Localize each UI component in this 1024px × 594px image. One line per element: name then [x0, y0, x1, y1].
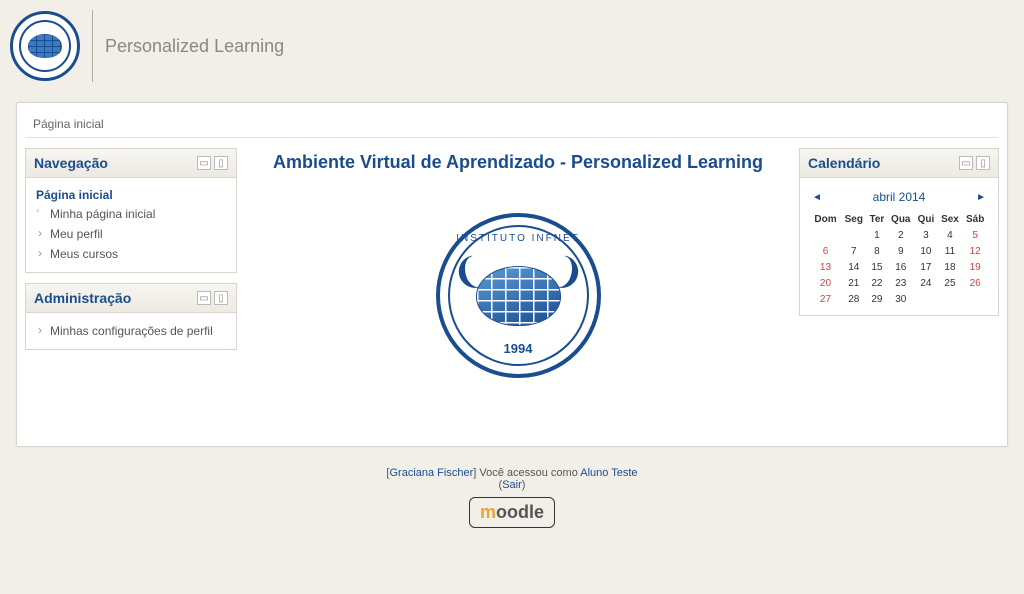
calendar-prev[interactable]: ◄ — [812, 192, 822, 203]
calendar-table: DomSegTerQuaQuiSexSáb 123456789101112131… — [810, 212, 988, 307]
calendar-day[interactable]: 5 — [962, 227, 988, 243]
navigation-block: Navegação ▭ ▯ Página inicial Minha págin… — [25, 148, 237, 273]
calendar-day[interactable]: 20 — [810, 275, 841, 291]
calendar-day[interactable]: 4 — [938, 227, 963, 243]
calendar-day[interactable]: 18 — [938, 259, 963, 275]
calendar-day-header: Seg — [841, 212, 867, 227]
calendar-day[interactable]: 9 — [887, 243, 914, 259]
calendar-day-header: Dom — [810, 212, 841, 227]
footer-username[interactable]: Graciana Fischer — [389, 467, 473, 479]
institute-logo: ❨ ❨ INSTITUTO INFNET 1994 — [436, 213, 601, 378]
calendar-day[interactable]: 8 — [867, 243, 888, 259]
dock-icon[interactable]: ▯ — [214, 156, 228, 170]
calendar-day-header: Qua — [887, 212, 914, 227]
admin-block: Administração ▭ ▯ Minhas configurações d… — [25, 283, 237, 350]
breadcrumb-home[interactable]: Página inicial — [33, 117, 104, 131]
calendar-block: Calendário ▭ ▯ ◄ abril 2014 ► DomSegTerQ… — [799, 148, 999, 316]
calendar-day-header: Sex — [938, 212, 963, 227]
calendar-day[interactable]: 3 — [914, 227, 937, 243]
calendar-day — [914, 291, 937, 307]
nav-home[interactable]: Página inicial — [36, 186, 226, 204]
calendar-day[interactable]: 6 — [810, 243, 841, 259]
center-logo-area: ❨ ❨ INSTITUTO INFNET 1994 — [247, 193, 789, 438]
nav-my-profile[interactable]: Meu perfil — [36, 224, 226, 244]
calendar-title: Calendário — [808, 155, 880, 171]
calendar-day-header: Sáb — [962, 212, 988, 227]
calendar-day — [938, 291, 963, 307]
calendar-day[interactable]: 22 — [867, 275, 888, 291]
calendar-day-header: Qui — [914, 212, 937, 227]
footer-text: ] Você acessou como — [473, 467, 580, 479]
calendar-day[interactable]: 23 — [887, 275, 914, 291]
header-divider — [92, 10, 93, 82]
breadcrumb: Página inicial — [25, 111, 999, 138]
calendar-day[interactable]: 2 — [887, 227, 914, 243]
calendar-day[interactable]: 19 — [962, 259, 988, 275]
footer-as-user[interactable]: Aluno Teste — [580, 467, 637, 479]
footer-logout[interactable]: Sair — [502, 479, 522, 491]
calendar-day[interactable]: 7 — [841, 243, 867, 259]
calendar-day[interactable]: 24 — [914, 275, 937, 291]
nav-my-courses[interactable]: Meus cursos — [36, 244, 226, 264]
calendar-month[interactable]: abril 2014 — [873, 190, 926, 204]
globe-icon — [28, 34, 62, 58]
navigation-title: Navegação — [34, 155, 108, 171]
calendar-day[interactable]: 29 — [867, 291, 888, 307]
calendar-day[interactable]: 14 — [841, 259, 867, 275]
calendar-day[interactable]: 26 — [962, 275, 988, 291]
main-container: Página inicial Navegação ▭ ▯ Página inic… — [16, 102, 1008, 447]
calendar-day[interactable]: 13 — [810, 259, 841, 275]
page-header: Personalized Learning — [0, 0, 1024, 92]
footer: [Graciana Fischer] Você acessou como Alu… — [0, 457, 1024, 532]
calendar-next[interactable]: ► — [976, 192, 986, 203]
moodle-logo[interactable]: mmoodleoodle — [469, 497, 555, 528]
calendar-day[interactable]: 21 — [841, 275, 867, 291]
nav-my-home[interactable]: Minha página inicial — [36, 204, 226, 224]
calendar-day[interactable]: 28 — [841, 291, 867, 307]
calendar-day[interactable]: 12 — [962, 243, 988, 259]
logo-text-top: INSTITUTO INFNET — [456, 233, 579, 244]
calendar-day[interactable]: 17 — [914, 259, 937, 275]
calendar-day — [962, 291, 988, 307]
brand-logo — [10, 11, 80, 81]
calendar-day[interactable]: 27 — [810, 291, 841, 307]
dock-icon[interactable]: ▯ — [214, 291, 228, 305]
calendar-day[interactable]: 10 — [914, 243, 937, 259]
calendar-day[interactable]: 25 — [938, 275, 963, 291]
collapse-icon[interactable]: ▭ — [197, 156, 211, 170]
dock-icon[interactable]: ▯ — [976, 156, 990, 170]
admin-profile-settings[interactable]: Minhas configurações de perfil — [36, 321, 226, 341]
collapse-icon[interactable]: ▭ — [197, 291, 211, 305]
calendar-day[interactable]: 1 — [867, 227, 888, 243]
calendar-day — [810, 227, 841, 243]
calendar-day[interactable]: 11 — [938, 243, 963, 259]
logo-year: 1994 — [504, 341, 533, 356]
collapse-icon[interactable]: ▭ — [959, 156, 973, 170]
calendar-day[interactable]: 16 — [887, 259, 914, 275]
calendar-day — [841, 227, 867, 243]
admin-title: Administração — [34, 290, 131, 306]
brand-text: Personalized Learning — [105, 36, 284, 57]
calendar-day[interactable]: 30 — [887, 291, 914, 307]
page-title: Ambiente Virtual de Aprendizado - Person… — [247, 148, 789, 193]
brand-logo-inner — [19, 20, 71, 72]
calendar-day[interactable]: 15 — [867, 259, 888, 275]
calendar-day-header: Ter — [867, 212, 888, 227]
